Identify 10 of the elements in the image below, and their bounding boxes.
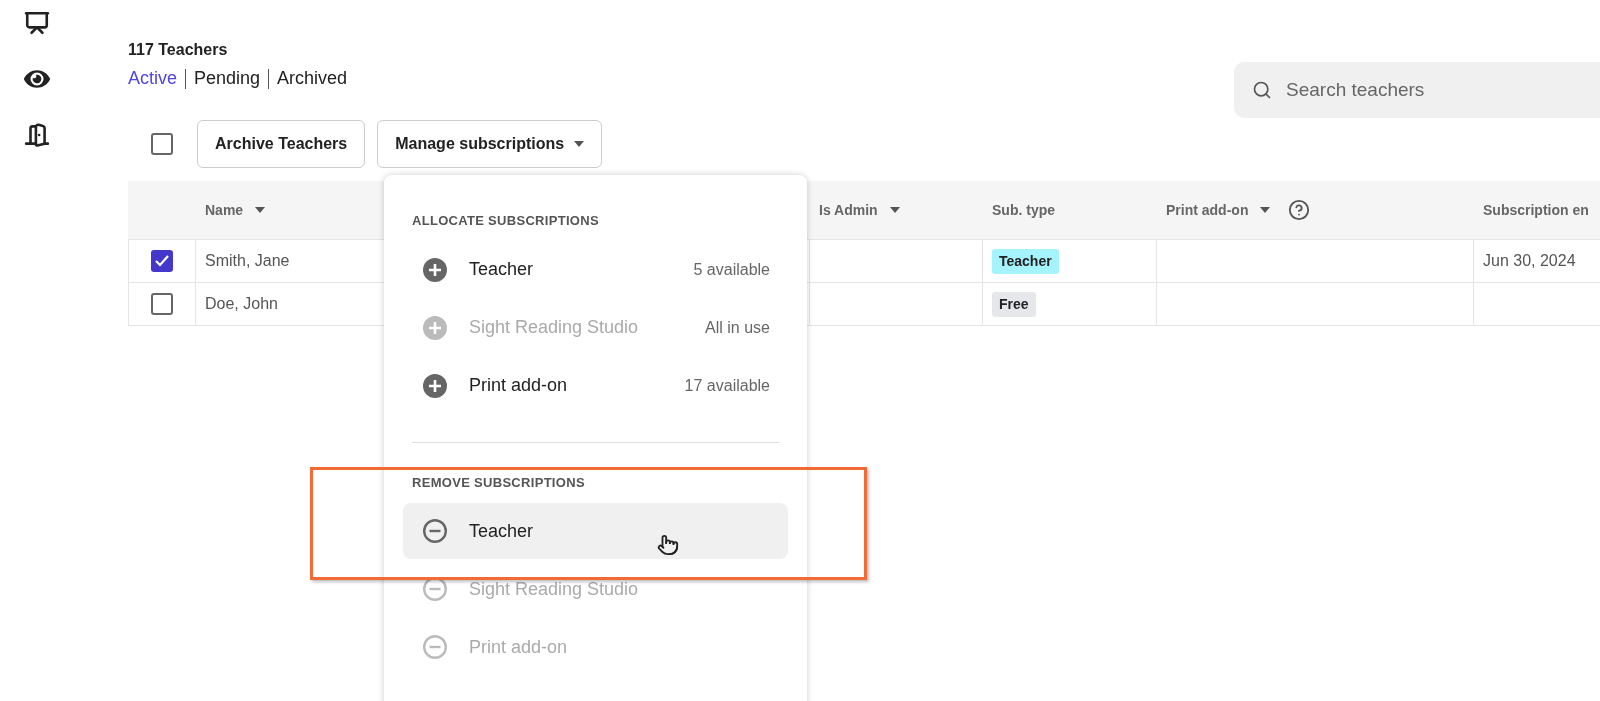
table-cell-text: Smith, Jane	[205, 251, 290, 271]
column-header: Sub. type	[991, 200, 1056, 220]
subscription-tag: Teacher	[992, 248, 1059, 274]
table-cell-text: Doe, John	[205, 294, 278, 314]
column-header: Subscription en	[1482, 200, 1590, 220]
menu-heading: REMOVE SUBSCRIPTIONS	[412, 473, 586, 492]
page-title: 117 Teachers	[128, 40, 229, 60]
table-cell-text: Jun 30, 2024	[1483, 251, 1576, 271]
menu-heading: ALLOCATE SUBSCRIPTIONS	[412, 212, 600, 230]
subscription-tag: Free	[992, 291, 1036, 317]
